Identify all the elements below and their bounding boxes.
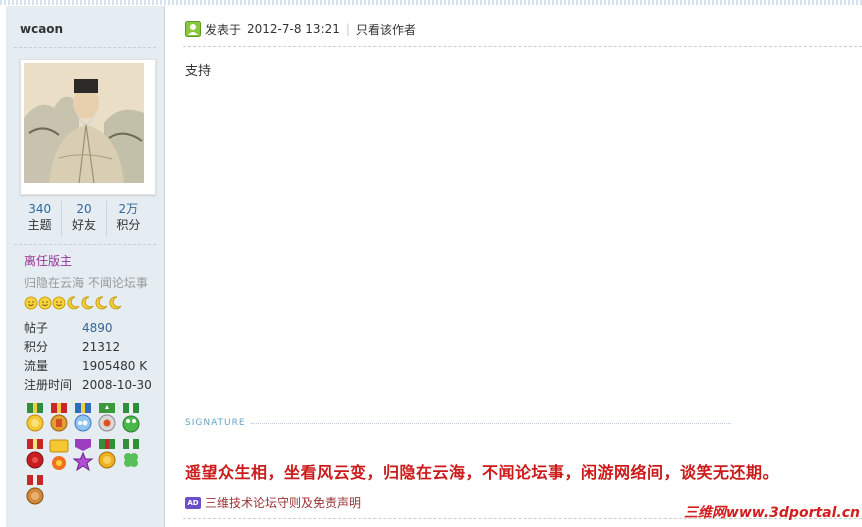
stat-threads[interactable]: 340 主题 bbox=[18, 201, 63, 237]
stat-label: 主题 bbox=[27, 218, 52, 232]
author-only-link[interactable]: 只看该作者 bbox=[356, 21, 416, 38]
moon-icon bbox=[67, 296, 80, 310]
info-value: 1905480 K bbox=[82, 359, 148, 373]
divider bbox=[14, 47, 156, 48]
posted-time: 2012-7-8 13:21 bbox=[247, 22, 340, 36]
separator: | bbox=[345, 22, 350, 36]
posts-count-link[interactable]: 4890 bbox=[82, 319, 113, 338]
avatar[interactable] bbox=[20, 59, 156, 195]
stat-label: 积分 bbox=[116, 218, 141, 232]
stat-value: 340 bbox=[28, 202, 52, 216]
medal-gold-icon[interactable] bbox=[96, 439, 120, 475]
forum-rules: AD 三维技术论坛守则及免责声明 bbox=[185, 494, 361, 511]
sun-icon bbox=[52, 296, 66, 310]
divider bbox=[183, 46, 862, 47]
info-row: 流量 1905480 K bbox=[24, 357, 152, 376]
info-value: 21312 bbox=[82, 340, 121, 354]
medal-frog-icon[interactable] bbox=[120, 403, 144, 439]
info-key: 帖子 bbox=[24, 321, 49, 335]
post-content: 支持 bbox=[185, 64, 212, 79]
moon-icon bbox=[81, 296, 94, 310]
signature-text: 遥望众生相，坐看风云变，归隐在云海，不闻论坛事，闲游网络间，谈笑无还期。 bbox=[185, 463, 780, 482]
user-custom-title: 归隐在云海 不闻论坛事 bbox=[24, 276, 148, 290]
post-header: 发表于 2012-7-8 13:21 | 只看该作者 bbox=[185, 20, 416, 38]
info-key: 积分 bbox=[24, 340, 49, 354]
rank-stars bbox=[24, 296, 122, 310]
medal-sun-icon[interactable] bbox=[24, 403, 48, 439]
moon-icon bbox=[95, 296, 108, 310]
signature-divider bbox=[251, 423, 731, 424]
signature-label: SIGNATURE bbox=[185, 418, 246, 428]
medal-flower-icon[interactable] bbox=[48, 439, 72, 475]
info-key: 流量 bbox=[24, 359, 49, 373]
medal-ribbon-icon[interactable] bbox=[24, 439, 48, 475]
info-value: 2008-10-30 bbox=[82, 378, 152, 392]
medal-bronze-icon[interactable] bbox=[24, 475, 48, 511]
online-status-icon bbox=[185, 21, 201, 37]
sun-icon bbox=[38, 296, 52, 310]
medal-cloud-icon[interactable] bbox=[72, 403, 96, 439]
ad-icon: AD bbox=[185, 496, 201, 509]
forum-rules-link[interactable]: 三维技术论坛守则及免责声明 bbox=[205, 494, 361, 511]
moon-icon bbox=[109, 296, 122, 310]
info-key: 注册时间 bbox=[24, 378, 73, 392]
user-group-link[interactable]: 离任版主 bbox=[24, 252, 72, 269]
sun-icon bbox=[24, 296, 38, 310]
info-row: 帖子 4890 bbox=[24, 319, 152, 338]
stat-value: 20 bbox=[76, 202, 92, 216]
stat-credits[interactable]: 2万 积分 bbox=[107, 201, 150, 237]
user-stats: 340 主题 20 好友 2万 积分 bbox=[18, 201, 150, 237]
user-info: 帖子 4890 积分 21312 流量 1905480 K 注册时间 2008-… bbox=[24, 319, 152, 395]
post-main: 发表于 2012-7-8 13:21 | 只看该作者 支持 SIGNATURE … bbox=[171, 6, 862, 527]
medal-badge-icon[interactable] bbox=[48, 403, 72, 439]
author-sidebar: wcaon 340 主题 20 好友 2万 积分 离任版主 归隐在云海 不闻论坛… bbox=[6, 6, 165, 527]
stat-friends[interactable]: 20 好友 bbox=[62, 201, 107, 237]
top-divider bbox=[0, 0, 862, 5]
stat-value: 2万 bbox=[118, 202, 139, 216]
info-row: 积分 21312 bbox=[24, 338, 152, 357]
medals bbox=[24, 403, 154, 511]
divider bbox=[14, 244, 156, 245]
site-watermark: 三维网www.3dportal.cn bbox=[683, 505, 860, 521]
medal-clover-icon[interactable] bbox=[120, 439, 144, 475]
medal-gear-icon[interactable] bbox=[96, 403, 120, 439]
stat-label: 好友 bbox=[71, 218, 96, 232]
info-row: 注册时间 2008-10-30 bbox=[24, 376, 152, 395]
medal-star-icon[interactable] bbox=[72, 439, 96, 475]
username-link[interactable]: wcaon bbox=[20, 22, 63, 36]
posted-label: 发表于 bbox=[205, 22, 242, 37]
